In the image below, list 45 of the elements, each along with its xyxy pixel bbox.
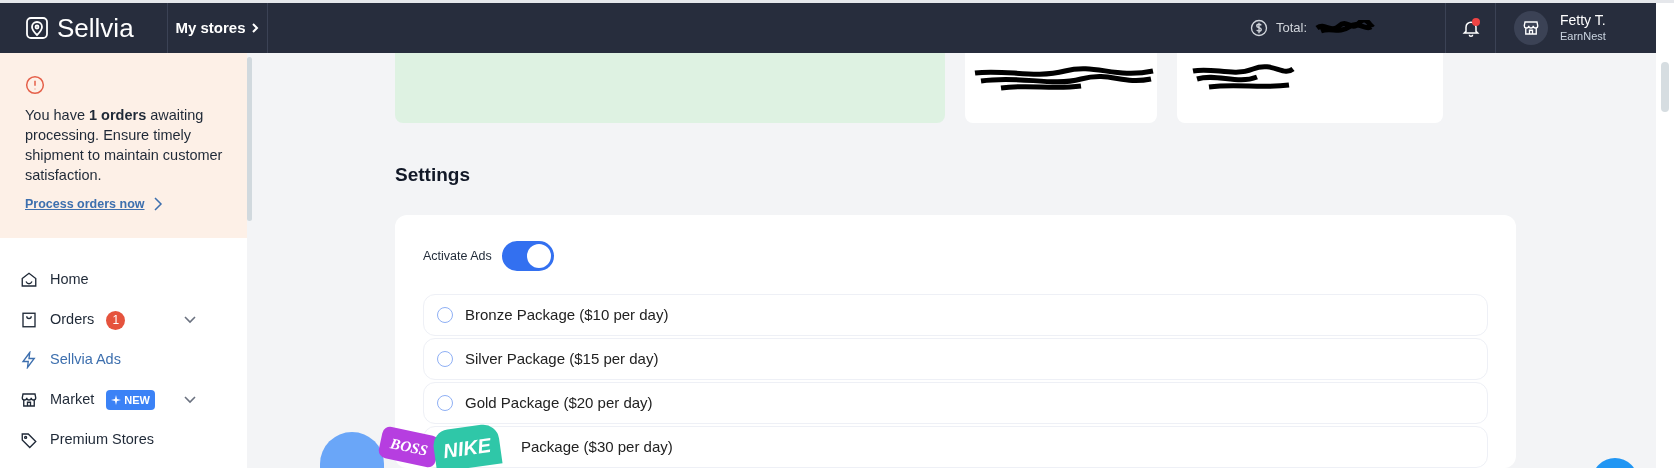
alert-message: You have 1 orders awaiting processing. Ensure timely shipment to maintain customer satisfaction. xyxy=(25,106,224,185)
nav-item[interactable]: Orders 1 xyxy=(0,300,247,340)
shoe-photo-placeholder xyxy=(320,432,384,468)
activate-ads-toggle[interactable] xyxy=(501,241,554,271)
sparkle-icon xyxy=(111,395,122,405)
new-tag: NEW xyxy=(106,390,155,410)
package-row[interactable]: Bronze Package ($10 per day) xyxy=(423,294,1488,336)
activate-ads-label: Activate Ads xyxy=(423,247,492,265)
store-avatar[interactable] xyxy=(1514,11,1548,45)
nav-label: Market xyxy=(50,390,95,410)
package-row[interactable]: Silver Package ($15 per day) xyxy=(423,338,1488,380)
package-row[interactable]: Gold Package ($20 per day) xyxy=(423,382,1488,424)
nav-label: Orders xyxy=(50,310,95,330)
storefront-icon xyxy=(20,391,38,409)
count-badge: 1 xyxy=(106,310,126,330)
nav-label: Premium Stores xyxy=(50,430,154,450)
location-pin-icon xyxy=(25,16,49,40)
nav-item[interactable]: Home xyxy=(0,260,247,300)
storefront-icon xyxy=(1522,19,1540,37)
bag-icon xyxy=(20,311,38,329)
store-name: EarnNest xyxy=(1560,29,1606,44)
package-label: Gold Package ($20 per day) xyxy=(465,392,653,413)
page-scrollbar[interactable] xyxy=(1661,62,1669,112)
nav-label: Home xyxy=(50,270,89,290)
package-label: Package ($30 per day) xyxy=(521,436,673,457)
tag-icon xyxy=(20,431,38,449)
sidebar-scrollbar[interactable] xyxy=(247,57,252,221)
process-orders-link[interactable]: Process orders now xyxy=(25,195,163,214)
total-label: Total: xyxy=(1275,19,1307,38)
user-name: Fetty T. xyxy=(1560,12,1606,30)
redaction-scribble xyxy=(1315,20,1375,36)
dollar-coin-icon xyxy=(1249,19,1268,37)
package-label: Silver Package ($15 per day) xyxy=(465,348,659,369)
section-title: Settings xyxy=(395,165,471,184)
chevron-right-icon xyxy=(152,196,163,213)
nav-label: Sellvia Ads xyxy=(50,350,121,370)
nav-item[interactable]: Premium Stores xyxy=(0,420,247,460)
home-icon xyxy=(20,271,38,289)
lightning-icon xyxy=(20,351,38,369)
nav-item[interactable]: Sellvia Ads xyxy=(0,340,247,380)
package-label: Bronze Package ($10 per day) xyxy=(465,304,669,325)
warning-icon xyxy=(25,75,45,95)
logo-text: Sellvia xyxy=(57,15,134,41)
chevron-right-icon xyxy=(249,22,260,34)
nav-item[interactable]: Market NEW xyxy=(0,380,247,420)
